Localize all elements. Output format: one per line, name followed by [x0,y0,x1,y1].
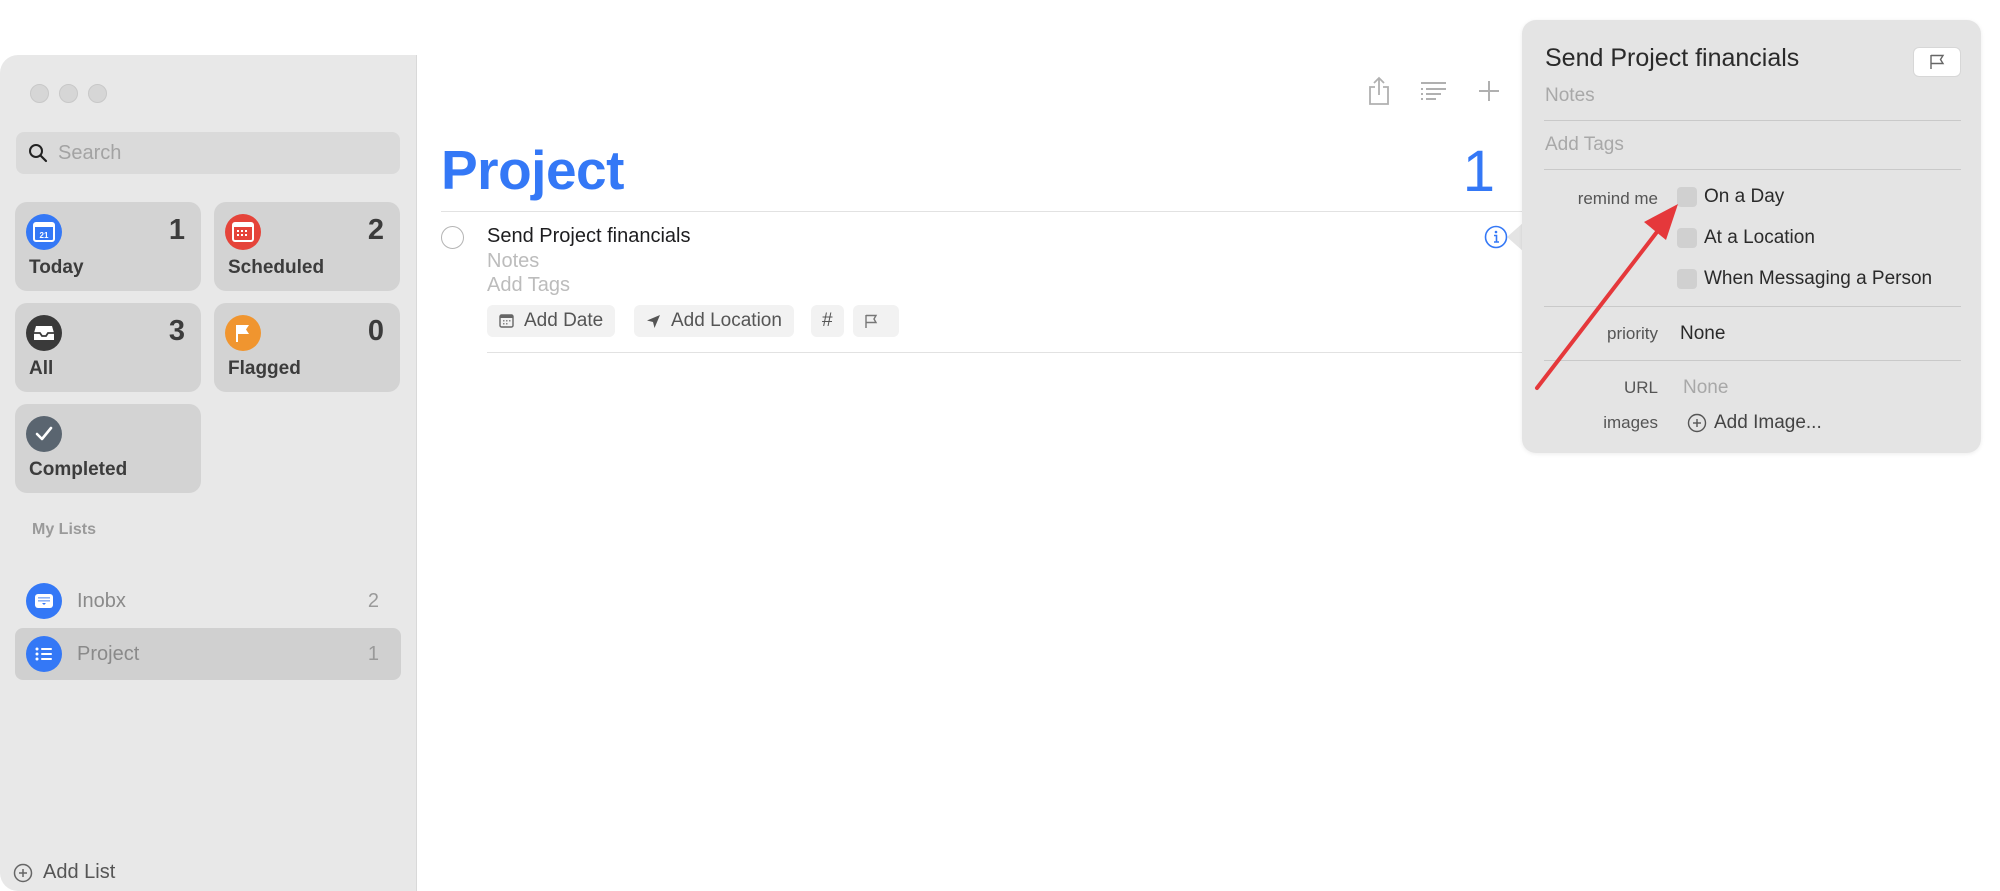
checkbox[interactable] [1677,269,1697,289]
info-icon [1484,225,1508,249]
add-list-button[interactable]: Add List [13,861,115,884]
checkbox-label: On a Day [1704,186,1785,207]
task-title[interactable]: Send Project financials [487,225,690,248]
checkbox-label: When Messaging a Person [1704,268,1933,289]
task-notes-field[interactable]: Notes [487,250,539,273]
list-count: 1 [367,642,379,665]
url-field[interactable]: None [1683,377,1728,399]
images-label: images [1603,413,1658,432]
main-content: Project 1 Send Project financials Notes … [417,55,1525,891]
flag-icon [225,315,261,351]
task-info-button[interactable] [1484,225,1508,249]
notes-field[interactable]: Notes [1545,85,1595,107]
my-lists-heading: My Lists [32,521,97,538]
flag-icon [865,314,878,328]
divider [1544,169,1961,170]
flagged-label: Flagged [228,358,301,379]
divider [1544,306,1961,307]
list-title: Project [441,139,624,201]
plus-icon [1479,81,1499,101]
remind-when-messaging-checkbox[interactable]: When Messaging a Person [1677,268,1932,290]
priority-select[interactable]: None [1680,323,1725,345]
reminder-details-popover: Send Project financials Notes Add Tags r… [1522,20,1981,453]
checkmark-icon [26,416,62,452]
share-button[interactable] [1363,75,1395,107]
calendar-icon [225,214,261,250]
list-name: Inobx [77,589,126,612]
divider [1544,360,1961,361]
remind-on-day-checkbox[interactable]: On a Day [1677,186,1784,208]
list-item-inbox[interactable]: Inobx 2 [15,575,401,627]
smart-list-flagged[interactable]: 0 Flagged [214,303,400,392]
sidebar: 21 1 Today 2 Scheduled 3 All 0 [0,55,417,891]
priority-label: priority [1606,324,1658,343]
url-label: URL [1623,378,1658,397]
all-count: 3 [168,315,185,347]
flag-task-button[interactable] [853,305,899,337]
list-options-button[interactable] [1418,75,1450,107]
today-count: 1 [168,214,185,246]
add-date-button[interactable]: Add Date [487,305,616,337]
close-window-button[interactable] [30,84,49,103]
add-list-label: Add List [43,861,116,883]
list-count: 2 [367,589,379,612]
title-divider [441,211,1525,212]
list-total-count: 1 [1462,139,1495,204]
plus-circle-icon [13,863,33,882]
zoom-window-button[interactable] [88,84,107,103]
scheduled-count: 2 [367,214,384,246]
smart-list-completed[interactable]: Completed [15,404,201,493]
svg-text:21: 21 [40,231,49,240]
add-image-button[interactable]: Add Image... [1687,412,1822,434]
calendar-icon [499,314,514,328]
smart-list-today[interactable]: 21 1 Today [15,202,201,291]
divider [1544,120,1961,121]
remind-at-location-checkbox[interactable]: At a Location [1677,227,1815,249]
add-tag-button[interactable]: # [811,305,844,337]
reminders-window: 21 1 Today 2 Scheduled 3 All 0 [0,55,1525,891]
smart-list-all[interactable]: 3 All [15,303,201,392]
tray-icon [26,583,62,619]
add-location-label: Add Location [671,310,782,331]
search-field[interactable] [16,132,400,174]
add-image-label: Add Image... [1714,412,1822,433]
flagged-count: 0 [367,315,384,347]
calendar-today-icon: 21 [26,214,62,250]
scheduled-label: Scheduled [228,257,325,278]
share-icon [1369,76,1389,105]
location-arrow-icon [647,314,660,328]
smart-list-scheduled[interactable]: 2 Scheduled [214,202,400,291]
list-name: Project [77,642,140,665]
checkbox-label: At a Location [1704,227,1815,248]
flag-toggle-button[interactable] [1913,47,1961,77]
search-input[interactable] [58,141,388,165]
flag-icon [1930,54,1945,69]
checkbox[interactable] [1677,187,1697,207]
hashtag-icon: # [822,310,833,331]
list-options-icon [1421,82,1446,100]
minimize-window-button[interactable] [59,84,78,103]
add-date-label: Add Date [524,310,604,331]
list-item-project[interactable]: Project 1 [15,628,401,680]
tags-field[interactable]: Add Tags [1545,134,1624,156]
add-location-button[interactable]: Add Location [634,305,794,337]
add-reminder-button[interactable] [1473,75,1505,107]
task-tags-field[interactable]: Add Tags [487,274,570,297]
remind-me-label: remind me [1577,189,1658,208]
today-label: Today [29,257,84,278]
task-complete-checkbox[interactable] [441,226,464,249]
task-divider [487,352,1525,353]
search-icon [29,144,48,163]
tray-icon [26,315,62,351]
reminder-title-field[interactable]: Send Project financials [1545,44,1799,73]
completed-label: Completed [29,459,128,480]
all-label: All [29,358,54,379]
checkbox[interactable] [1677,228,1697,248]
plus-circle-icon [1687,413,1707,433]
list-bullet-icon [26,636,62,672]
